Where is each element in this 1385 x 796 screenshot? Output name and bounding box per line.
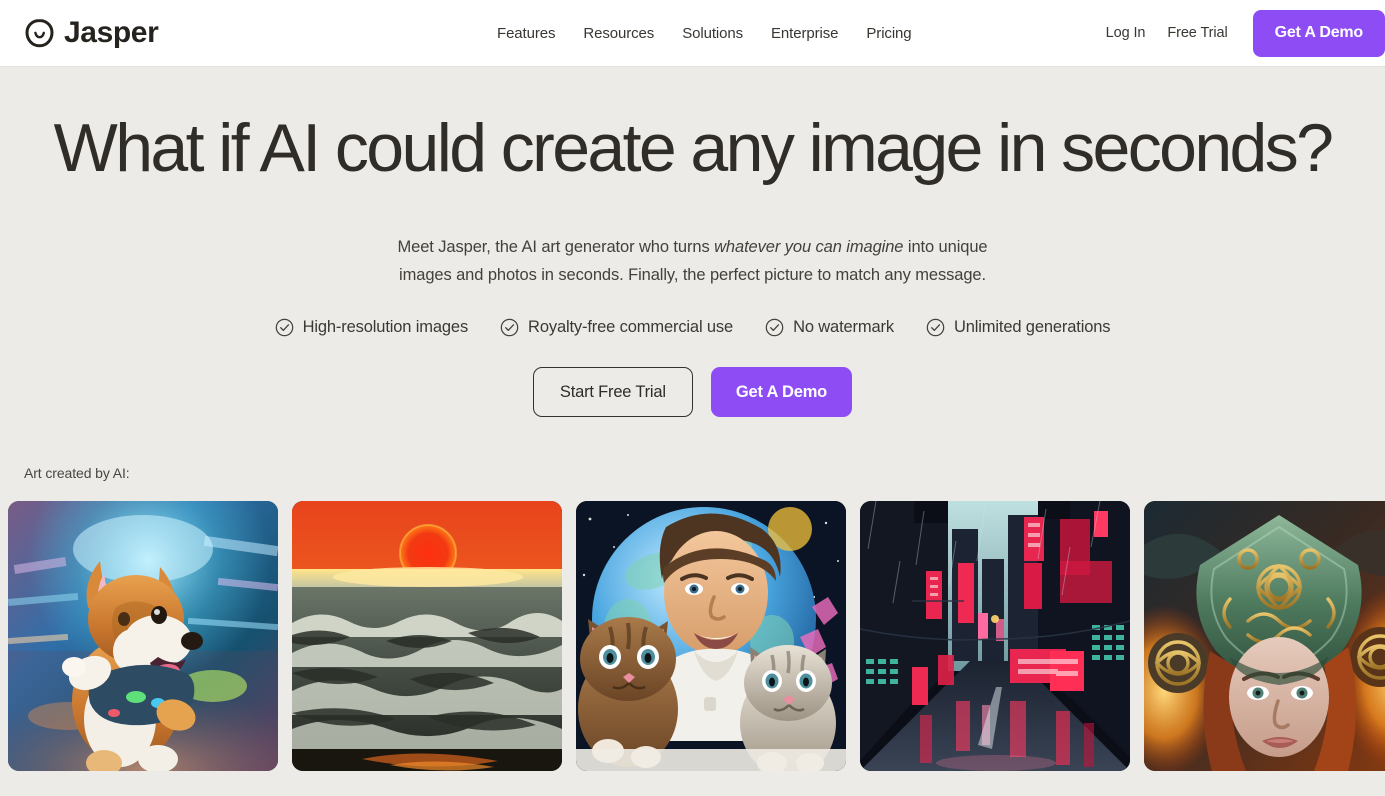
jasper-smiley-logo-icon [24, 18, 55, 49]
feature-item-no-watermark: No watermark [765, 318, 894, 337]
hero-sub-emphasis: whatever you can imagine [714, 238, 904, 256]
page-title: What if AI could create any image in sec… [53, 110, 1334, 186]
get-a-demo-button-hero[interactable]: Get A Demo [710, 367, 853, 417]
hero-subheading: Meet Jasper, the AI art generator who tu… [373, 233, 1013, 289]
feature-item-unlimited-generations: Unlimited generations [926, 318, 1111, 337]
feature-label: No watermark [793, 318, 894, 336]
feature-label: Royalty-free commercial use [528, 318, 734, 336]
check-circle-icon [765, 318, 784, 337]
hero-cta-row: Start Free Trial Get A Demo [0, 367, 1385, 417]
nav-item-features[interactable]: Features [497, 25, 569, 42]
brand-name: Jasper [64, 16, 159, 49]
start-free-trial-button[interactable]: Start Free Trial [532, 367, 693, 417]
nav-item-enterprise[interactable]: Enterprise [757, 25, 852, 42]
log-in-link[interactable]: Log In [1095, 25, 1157, 41]
feature-item-royalty-free-commercial-use: Royalty-free commercial use [500, 318, 733, 337]
free-trial-link[interactable]: Free Trial [1156, 25, 1238, 41]
get-a-demo-button-header[interactable]: Get A Demo [1252, 9, 1385, 57]
nav-item-solutions[interactable]: Solutions [668, 25, 757, 42]
nav-item-pricing[interactable]: Pricing [852, 25, 925, 42]
gallery-item-celtic-warrior-woman[interactable] [1144, 501, 1385, 771]
check-circle-icon [500, 318, 519, 337]
feature-label: High-resolution images [302, 318, 469, 336]
art-gallery [8, 501, 1385, 771]
site-header: Jasper Features Resources Solutions Ente… [0, 0, 1385, 67]
feature-list: High-resolution images Royalty-free comm… [0, 318, 1385, 337]
gallery-label: Art created by AI: [24, 465, 130, 481]
feature-label: Unlimited generations [953, 318, 1111, 336]
gallery-item-red-sun-ocean-waves[interactable] [292, 501, 562, 771]
gallery-item-man-with-two-kittens-space[interactable] [576, 501, 846, 771]
hero-section: What if AI could create any image in sec… [0, 67, 1385, 796]
gallery-item-cyberpunk-rainy-street[interactable] [860, 501, 1130, 771]
nav-item-resources[interactable]: Resources [569, 25, 668, 42]
gallery-item-running-corgi-neon-city[interactable] [8, 501, 278, 771]
hero-sub-part1: Meet Jasper, the AI art generator who tu… [397, 238, 715, 256]
main-navigation: Features Resources Solutions Enterprise … [497, 0, 926, 67]
check-circle-icon [275, 318, 294, 337]
check-circle-icon [926, 318, 945, 337]
header-actions: Log In Free Trial Get A Demo [1095, 0, 1385, 66]
brand-logo[interactable]: Jasper [24, 16, 159, 49]
feature-item-high-resolution-images: High-resolution images [275, 318, 468, 337]
